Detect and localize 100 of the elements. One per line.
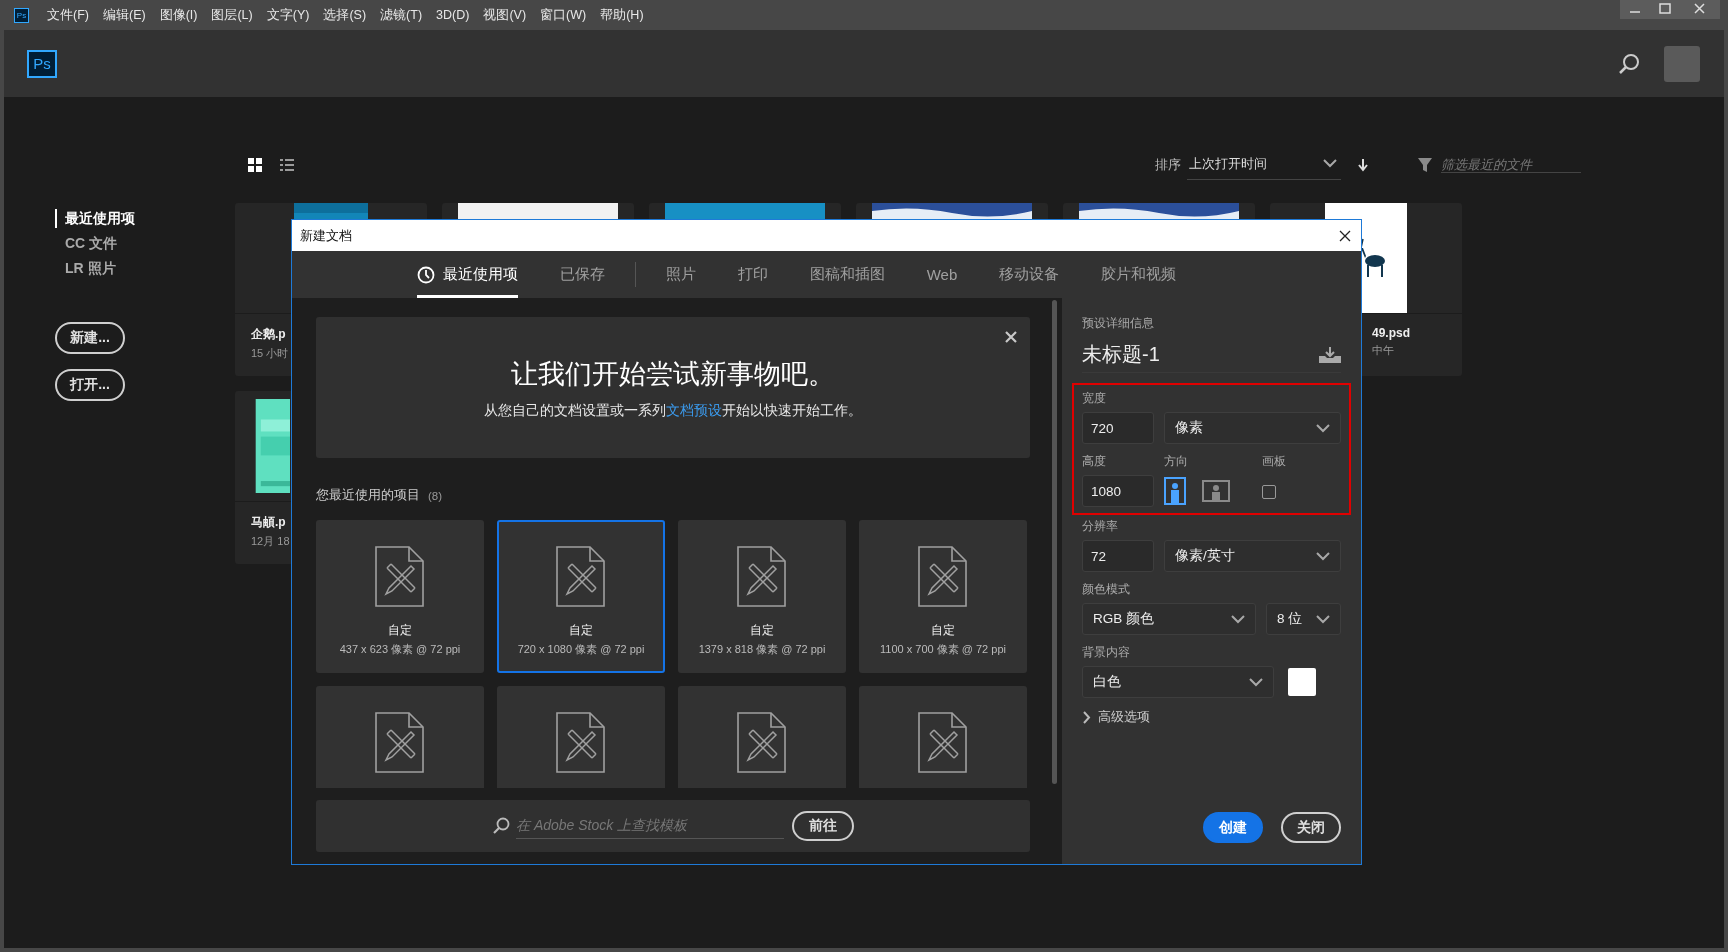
preset-size: 1379 x 818 像素 @ 72 ppi [698, 642, 826, 657]
dialog-title: 新建文档 [300, 226, 352, 245]
preset-size: 720 x 1080 像素 @ 72 ppi [517, 642, 645, 657]
document-icon [918, 546, 968, 608]
file-time: 中午 [1372, 343, 1395, 358]
document-icon [556, 546, 606, 608]
chevron-down-icon [1231, 614, 1245, 624]
tab[interactable]: Web [926, 251, 958, 298]
section-heading: 您最近使用的项目 [316, 487, 420, 504]
menu-item[interactable]: 帮助(H) [600, 6, 644, 24]
menu-item[interactable]: 图像(I) [159, 6, 198, 24]
document-icon [918, 712, 968, 774]
menu-item[interactable]: 文件(F) [47, 6, 89, 24]
document-icon [556, 712, 606, 774]
preset-tile[interactable]: 自定 1379 x 818 像素 @ 72 ppi [678, 520, 846, 673]
menu-item[interactable]: 图层(L) [211, 6, 253, 24]
document-icon [375, 712, 425, 774]
chevron-down-icon [1249, 677, 1263, 687]
preset-tile[interactable]: 自定 720 x 1080 像素 @ 72 ppi [497, 520, 665, 673]
preset-name: 自定 [931, 622, 955, 639]
scrollbar[interactable] [1052, 300, 1057, 784]
list-view-icon[interactable] [279, 157, 295, 173]
field-label: 颜色模式 [1082, 582, 1131, 597]
arrow-down-icon[interactable] [1357, 158, 1369, 172]
app-logo: Ps [27, 49, 57, 78]
tab[interactable]: 胶片和视频 [1101, 251, 1177, 298]
field-label: 方向 [1164, 454, 1189, 469]
document-name-field[interactable]: 未标题-1 [1082, 341, 1160, 368]
file-time: 15 小时 [251, 346, 290, 361]
preset-size: 1100 x 700 像素 @ 72 ppi [880, 642, 1006, 657]
tab[interactable]: 图稿和插图 [809, 251, 885, 298]
field-label: 背景内容 [1082, 645, 1131, 660]
search-icon[interactable] [1618, 52, 1640, 75]
color-swatch[interactable] [1288, 668, 1316, 696]
checkbox[interactable] [1262, 485, 1276, 499]
sidebar-button[interactable]: 打开... [55, 369, 125, 401]
banner-text: 从您自己的文档设置或一系列文档预设开始以快速开始工作。 [484, 401, 862, 420]
field-label: 画板 [1262, 454, 1286, 469]
filter-icon [1417, 157, 1433, 173]
presets-link[interactable]: 文档预设 [666, 401, 722, 418]
item-count: (8) [428, 489, 443, 502]
preset-name: 自定 [388, 622, 412, 639]
document-icon [737, 712, 787, 774]
filter-field[interactable]: 筛选最近的文件 [1441, 157, 1581, 173]
preset-name: 自定 [569, 622, 593, 639]
save-preset-icon[interactable] [1319, 346, 1341, 363]
close-icon[interactable] [1339, 229, 1351, 242]
dropdown[interactable]: 像素 [1164, 412, 1341, 444]
file-time: 12月 18 [251, 534, 291, 549]
dropdown[interactable]: 8 位 [1266, 603, 1341, 635]
menu-item[interactable]: 3D(D) [436, 8, 470, 22]
field-label: 宽度 [1082, 391, 1107, 406]
sort-dropdown[interactable]: 上次打开时间 [1187, 150, 1341, 180]
search-field[interactable]: 在 Adobe Stock 上查找模板 [516, 813, 784, 839]
menu-item[interactable]: 文字(Y) [266, 6, 310, 24]
menu-item[interactable]: 窗口(W) [540, 6, 587, 24]
preset-name: 自定 [750, 622, 774, 639]
go-button[interactable]: 前往 [792, 811, 854, 841]
preset-tile[interactable]: 自定 437 x 623 像素 @ 72 ppi [316, 520, 484, 673]
create-button[interactable]: 创建 [1203, 812, 1263, 843]
portrait-icon[interactable] [1164, 477, 1186, 505]
sort-label: 排序 [1155, 156, 1181, 174]
file-name: 马頔.p [251, 514, 287, 531]
chevron-down-icon [1316, 551, 1330, 561]
grid-view-icon[interactable] [247, 157, 263, 173]
chevron-down-icon [1323, 159, 1337, 168]
app-icon: Ps [14, 7, 29, 23]
number-field[interactable]: 72 [1082, 540, 1154, 572]
menu-item[interactable]: 视图(V) [483, 6, 527, 24]
tab[interactable]: 最近使用项 [416, 251, 518, 298]
advanced-options-toggle[interactable]: 高级选项 [1082, 708, 1341, 726]
search-icon [492, 817, 510, 835]
document-icon [737, 546, 787, 608]
tab[interactable]: 移动设备 [999, 251, 1060, 298]
chevron-right-icon [1082, 710, 1091, 724]
chevron-down-icon [1316, 423, 1330, 433]
menu-item[interactable]: 编辑(E) [102, 6, 146, 24]
preset-tile[interactable]: 自定 1100 x 700 像素 @ 72 ppi [859, 520, 1027, 673]
number-field[interactable]: 1080 [1082, 475, 1154, 507]
sidebar-item[interactable]: 最近使用项 [55, 209, 135, 228]
preset-size: 437 x 623 像素 @ 72 ppi [339, 642, 461, 657]
number-field[interactable]: 720 [1082, 412, 1154, 444]
dropdown[interactable]: RGB 颜色 [1082, 603, 1256, 635]
dropdown[interactable]: 像素/英寸 [1164, 540, 1341, 572]
sidebar-item[interactable]: CC 文件 [55, 234, 135, 253]
file-name: 企鹅.p [251, 326, 287, 343]
sidebar-button[interactable]: 新建... [55, 322, 125, 354]
menu-item[interactable]: 选择(S) [323, 6, 367, 24]
sidebar-item[interactable]: LR 照片 [55, 259, 135, 278]
tab[interactable]: 打印 [737, 251, 768, 298]
menu-item[interactable]: 滤镜(T) [380, 6, 423, 24]
dropdown[interactable]: 白色 [1082, 666, 1274, 698]
tab[interactable]: 已保存 [559, 251, 605, 298]
file-name: 49.psd [1372, 326, 1411, 340]
panel-heading: 预设详细信息 [1082, 316, 1155, 331]
tab[interactable]: 照片 [665, 251, 696, 298]
close-button[interactable]: 关闭 [1281, 812, 1341, 843]
clock-icon [416, 265, 435, 284]
field-label: 高度 [1082, 454, 1107, 469]
landscape-icon[interactable] [1202, 480, 1230, 502]
